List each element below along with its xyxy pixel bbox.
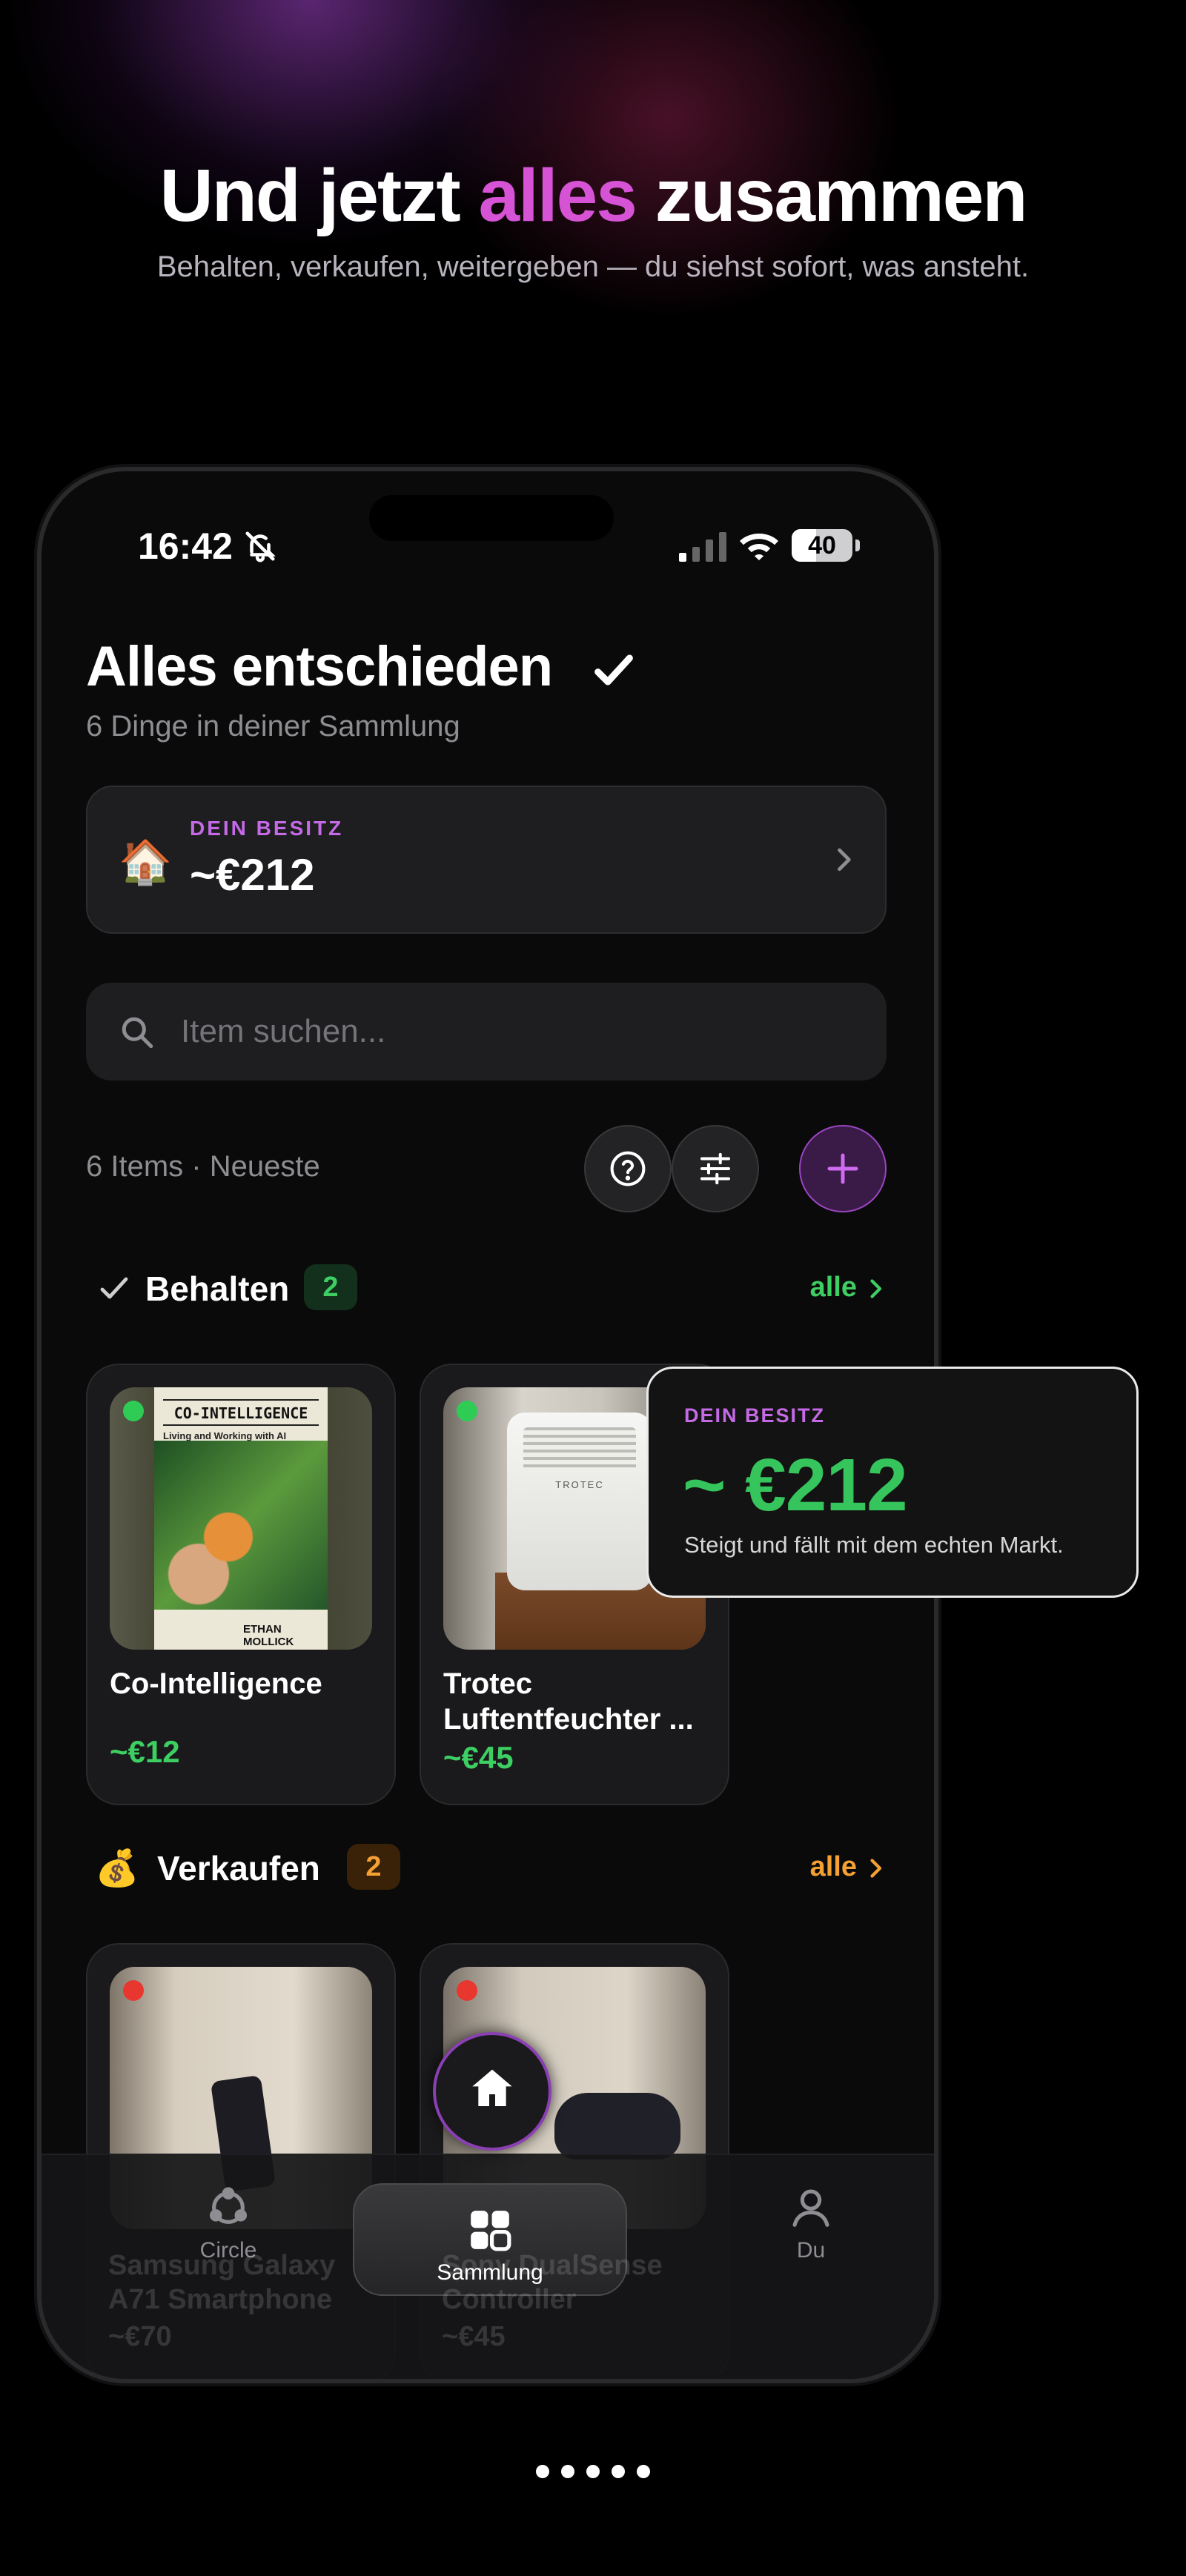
item-price: ~€45 <box>443 1740 514 1775</box>
book-cover-subtitle: Living and Working with AI <box>163 1430 287 1441</box>
status-dot-green <box>123 1401 144 1421</box>
tooltip-value: ~ €212 <box>683 1444 908 1527</box>
status-dot-green <box>457 1401 477 1421</box>
dynamic-island <box>369 495 614 541</box>
home-button[interactable] <box>433 2032 551 2151</box>
sliders-icon <box>700 1152 731 1185</box>
item-price: ~€45 <box>442 2321 506 2352</box>
search-icon <box>122 1017 153 1049</box>
pager-dot[interactable] <box>612 2465 625 2478</box>
search-bar[interactable] <box>86 983 887 1080</box>
help-icon <box>610 1151 646 1186</box>
tooltip-label: DEIN BESITZ <box>684 1404 826 1427</box>
item-brand: TROTEC <box>555 1479 604 1490</box>
pager-dot[interactable] <box>637 2465 650 2478</box>
item-price: ~€70 <box>108 2321 172 2352</box>
wifi-icon <box>740 534 778 560</box>
page-title: Alles entschieden <box>86 635 553 698</box>
money-bag-icon: 💰 <box>95 1849 139 1888</box>
tab-label: Du <box>796 2238 826 2263</box>
battery-indicator: 40 <box>792 529 852 562</box>
item-name: Sony DualSense Controller <box>442 2250 663 2315</box>
section-sell-count-badge: 2 <box>347 1844 400 1890</box>
headline: Und jetzt alles zusammen <box>159 154 1027 237</box>
checkmark-icon <box>594 654 633 686</box>
help-button[interactable] <box>584 1125 672 1212</box>
plus-icon <box>827 1153 858 1184</box>
house-icon: 🏠 <box>119 838 173 886</box>
item-name: Samsung Galaxy A71 Smartphone <box>108 2250 336 2315</box>
item-name: Trotec Luftentfeuchter ... <box>443 1667 694 1736</box>
grid-icon <box>471 2211 511 2251</box>
possession-tooltip: DEIN BESITZ ~ €212 Steigt und fällt mit … <box>646 1367 1139 1598</box>
pager-dot[interactable] <box>586 2465 600 2478</box>
book-cover-title: CO-INTELLIGENCE <box>163 1399 319 1426</box>
pager-dot[interactable] <box>561 2465 574 2478</box>
status-dot-red <box>457 1980 477 2001</box>
item-card-co-intelligence[interactable]: CO-INTELLIGENCE Living and Working with … <box>86 1364 396 1805</box>
chevron-right-icon <box>870 1859 882 1878</box>
tab-du[interactable]: Du <box>700 2185 922 2274</box>
chevron-right-icon <box>870 1279 882 1298</box>
bell-muted-icon <box>245 531 276 562</box>
checkmark-icon <box>100 1277 128 1299</box>
section-keep-all-link[interactable]: alle <box>810 1272 887 1304</box>
filter-button[interactable] <box>672 1125 759 1212</box>
item-image: CO-INTELLIGENCE Living and Working with … <box>110 1387 372 1650</box>
circle-share-icon <box>209 2187 248 2224</box>
item-name: Co-Intelligence <box>110 1667 322 1700</box>
section-keep-count-badge: 2 <box>304 1264 357 1310</box>
section-sell-header: 💰 Verkaufen 2 alle <box>86 1838 887 1897</box>
headline-accent: alles <box>478 154 637 237</box>
page-subtitle: 6 Dinge in deiner Sammlung <box>86 710 460 743</box>
section-sell-title: Verkaufen <box>157 1849 320 1888</box>
status-dot-red <box>123 1980 144 2001</box>
items-count-label: 6 Items · Neueste <box>86 1150 320 1183</box>
section-sell-all-link[interactable]: alle <box>810 1851 887 1883</box>
book-cover: CO-INTELLIGENCE Living and Working with … <box>154 1387 328 1650</box>
possession-card[interactable]: 🏠 DEIN BESITZ ~€212 <box>86 786 887 934</box>
book-cover-author: ETHAN MOLLICK <box>243 1623 294 1648</box>
item-price: ~€12 <box>110 1734 180 1769</box>
chevron-right-icon <box>838 848 851 872</box>
add-item-button[interactable] <box>799 1125 887 1212</box>
section-keep-header: Behalten 2 alle <box>86 1258 887 1318</box>
search-input[interactable] <box>181 1005 848 1058</box>
battery-tip <box>855 540 860 551</box>
person-icon <box>792 2189 829 2227</box>
subline: Behalten, verkaufen, weitergeben — du si… <box>156 250 1030 283</box>
possession-label: DEIN BESITZ <box>190 817 344 840</box>
tooltip-description: Steigt und fällt mit dem echten Markt. <box>684 1532 1064 1558</box>
pager-dot[interactable] <box>536 2465 549 2478</box>
possession-value: ~€212 <box>190 850 315 900</box>
status-time: 16:42 <box>138 525 233 567</box>
home-icon <box>472 2069 512 2106</box>
signal-icon <box>679 532 726 562</box>
page-indicator <box>0 2465 1186 2482</box>
section-keep-title: Behalten <box>145 1269 290 1308</box>
